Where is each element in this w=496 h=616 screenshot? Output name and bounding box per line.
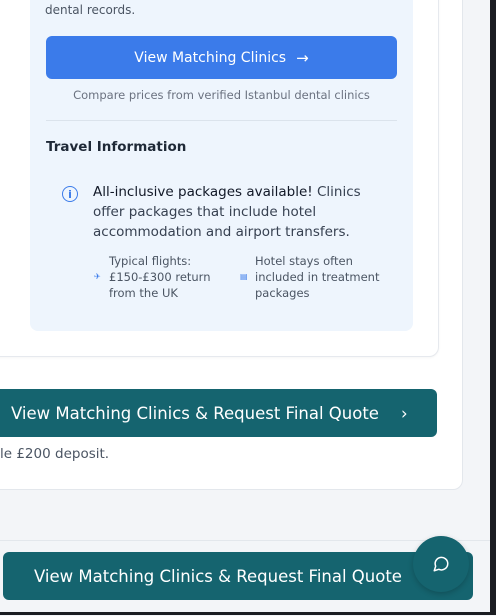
arrow-right-icon: → [296, 48, 309, 67]
packages-info-bold: All-inclusive packages available! [93, 184, 313, 200]
window-edge [490, 0, 496, 615]
view-matching-clinics-button[interactable]: View Matching Clinics → [46, 36, 397, 79]
view-matching-clinics-label: View Matching Clinics [134, 49, 287, 66]
deposit-text: le £200 deposit. [0, 446, 110, 462]
travel-info-title: Travel Information [46, 139, 187, 155]
chevron-right-icon: › [400, 403, 408, 423]
flights-text: Typical flights: £150-£300 return from t… [109, 254, 211, 300]
compare-prices-text: Compare prices from verified Istanbul de… [73, 88, 370, 102]
request-final-quote-label: View Matching Clinics & Request Final Qu… [11, 403, 379, 423]
info-icon: i [62, 186, 78, 202]
request-final-quote-button[interactable]: View Matching Clinics & Request Final Qu… [0, 389, 437, 437]
packages-info-text: All-inclusive packages available! Clinic… [93, 182, 363, 242]
sticky-request-final-quote-button[interactable]: View Matching Clinics & Request Final Qu… [3, 552, 473, 600]
hotel-icon: ▤ [240, 272, 248, 281]
sticky-request-final-quote-label: View Matching Clinics & Request Final Qu… [34, 566, 402, 586]
plane-icon: ✈ [94, 272, 101, 281]
records-text: dental records. [45, 3, 136, 17]
divider [46, 120, 397, 121]
chat-icon [433, 556, 449, 572]
chat-button[interactable] [413, 536, 469, 592]
hotel-stays-text: Hotel stays often included in treatment … [255, 254, 380, 300]
